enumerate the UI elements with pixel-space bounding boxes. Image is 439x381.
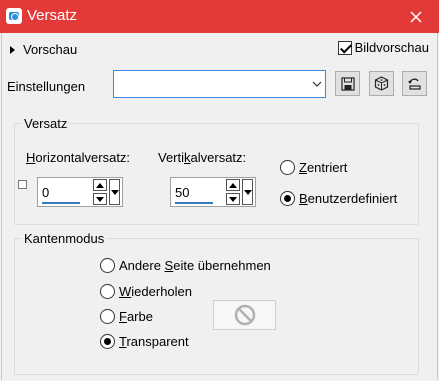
other-side-option[interactable]: Andere Seite übernehmen — [100, 258, 271, 273]
offset-group-title: Versatz — [22, 116, 70, 131]
save-icon — [340, 76, 355, 91]
decrement-button[interactable] — [93, 193, 107, 205]
horizontal-offset-label: Horizontalversatz: — [26, 150, 131, 165]
color-swatch[interactable] — [213, 300, 276, 330]
reset-icon — [407, 78, 421, 90]
color-radio[interactable] — [100, 309, 115, 324]
vertical-offset-dropdown[interactable] — [242, 179, 253, 205]
custom-radio[interactable] — [280, 191, 295, 206]
value-underline — [42, 202, 80, 204]
horizontal-offset-value[interactable]: 0 — [42, 185, 49, 200]
reset-button[interactable] — [402, 71, 427, 96]
dialog-content: Vorschau Bildvorschau Einstellungen Vers… — [1, 33, 438, 380]
preview-label: Vorschau — [23, 42, 78, 57]
centered-label: Zentriert — [299, 160, 348, 175]
vertical-offset-value[interactable]: 50 — [175, 185, 189, 200]
edge-mode-group-title: Kantenmodus — [22, 231, 107, 246]
preview-toggle[interactable]: Vorschau — [10, 42, 77, 57]
horizontal-offset-dropdown[interactable] — [109, 179, 120, 205]
other-side-radio[interactable] — [100, 258, 115, 273]
save-preset-button[interactable] — [335, 71, 360, 96]
color-option[interactable]: Farbe — [100, 309, 153, 324]
horizontal-offset-spinner[interactable]: 0 — [37, 177, 123, 207]
randomize-button[interactable] — [369, 71, 394, 96]
dice-icon — [374, 76, 389, 91]
title-bar: Versatz — [0, 0, 439, 33]
close-button[interactable] — [393, 0, 439, 33]
image-preview-label: Bildvorschau — [354, 40, 429, 55]
vertical-offset-label: Vertikalversatz: — [158, 150, 247, 165]
increment-button[interactable] — [226, 179, 240, 191]
vertical-offset-spinner[interactable]: 50 — [170, 177, 256, 207]
custom-option[interactable]: Benutzerdefiniert — [280, 191, 397, 206]
increment-button[interactable] — [93, 179, 107, 191]
arrow-up-icon — [96, 182, 104, 188]
settings-label: Einstellungen — [7, 79, 86, 94]
transparent-radio[interactable] — [100, 334, 115, 349]
arrow-down-icon — [243, 189, 252, 195]
settings-select[interactable] — [113, 70, 326, 98]
arrow-down-icon — [110, 189, 119, 195]
custom-label: Benutzerdefiniert — [299, 191, 398, 206]
decrement-button[interactable] — [226, 193, 240, 205]
arrow-down-icon — [96, 196, 104, 202]
arrow-down-icon — [229, 196, 237, 202]
image-preview-checkbox-row[interactable]: Bildvorschau — [337, 40, 429, 55]
expand-triangle-icon — [10, 45, 15, 54]
centered-option[interactable]: Zentriert — [280, 160, 347, 175]
chevron-down-icon — [308, 71, 325, 97]
value-underline — [175, 202, 213, 204]
offset-group — [14, 123, 419, 225]
no-symbol-icon — [234, 304, 255, 326]
other-side-label: Andere Seite übernehmen — [119, 258, 271, 273]
repeat-label: Wiederholen — [119, 284, 192, 299]
close-icon — [410, 10, 422, 23]
repeat-option[interactable]: Wiederholen — [100, 284, 192, 299]
image-preview-checkbox[interactable] — [337, 40, 352, 55]
arrow-up-icon — [229, 182, 237, 188]
transparent-option[interactable]: Transparent — [100, 334, 189, 349]
color-label: Farbe — [119, 309, 153, 324]
transparent-label: Transparent — [119, 334, 189, 349]
window-title: Versatz — [27, 7, 78, 24]
camera-icon — [6, 8, 22, 24]
centered-radio[interactable] — [280, 160, 295, 175]
link-offsets-checkbox[interactable] — [18, 180, 27, 189]
repeat-radio[interactable] — [100, 284, 115, 299]
